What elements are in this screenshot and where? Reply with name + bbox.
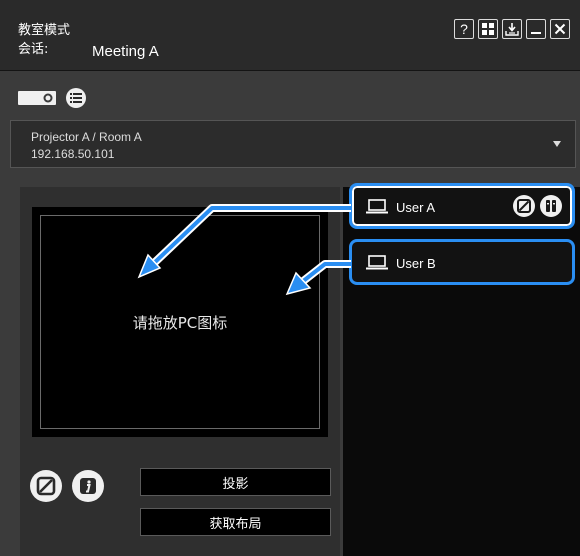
drop-zone-frame: 请拖放PC图标 xyxy=(40,215,320,429)
close-icon xyxy=(554,23,566,35)
mute-button[interactable] xyxy=(30,470,62,502)
user-name: User A xyxy=(396,200,436,215)
split-screen-icon xyxy=(546,200,556,212)
list-button[interactable] xyxy=(66,88,86,108)
help-button[interactable]: ? xyxy=(454,19,474,39)
projector-select[interactable]: Projector A / Room A 192.168.50.101 xyxy=(10,120,576,168)
download-icon xyxy=(505,23,519,36)
user-name: User B xyxy=(396,256,436,271)
mute-icon xyxy=(36,476,56,496)
session-label: 会话: xyxy=(18,42,49,57)
session-name: Meeting A xyxy=(92,43,159,60)
split-screen-button[interactable] xyxy=(540,195,562,217)
laptop-icon xyxy=(366,255,388,270)
mute-icon xyxy=(517,199,531,213)
mode-title: 教室模式 xyxy=(18,23,71,38)
toolbar xyxy=(18,88,86,108)
projector-icon[interactable] xyxy=(18,89,58,107)
grid-icon xyxy=(482,23,494,35)
project-button[interactable]: 投影 xyxy=(140,468,331,496)
info-icon xyxy=(80,478,96,494)
download-button[interactable] xyxy=(502,19,522,39)
minimize-icon xyxy=(531,32,541,34)
user-row-b[interactable]: User B xyxy=(349,239,575,285)
chevron-down-icon xyxy=(553,141,561,147)
classroom-mode-window: 教室模式 会话: Meeting A ? Projector A / Room … xyxy=(0,0,580,556)
close-button[interactable] xyxy=(550,19,570,39)
projector-name: Projector A / Room A xyxy=(31,130,142,144)
title-bar: 教室模式 会话: Meeting A ? xyxy=(0,0,580,71)
info-button[interactable] xyxy=(72,470,104,502)
layout-button[interactable] xyxy=(478,19,498,39)
projection-panel: 请拖放PC图标 投影 获取布局 xyxy=(20,187,340,556)
list-icon xyxy=(70,93,82,103)
minimize-button[interactable] xyxy=(526,19,546,39)
projector-ip: 192.168.50.101 xyxy=(31,147,115,161)
user-row-a[interactable]: User A xyxy=(349,183,575,229)
drop-zone[interactable]: 请拖放PC图标 xyxy=(32,207,328,437)
get-layout-button[interactable]: 获取布局 xyxy=(140,508,331,536)
user-actions xyxy=(513,195,562,217)
mute-user-button[interactable] xyxy=(513,195,535,217)
window-controls: ? xyxy=(454,19,570,39)
help-icon: ? xyxy=(460,21,468,37)
drop-hint: 请拖放PC图标 xyxy=(132,313,228,332)
laptop-icon xyxy=(366,199,388,214)
user-list-panel: User A User B xyxy=(343,183,580,556)
